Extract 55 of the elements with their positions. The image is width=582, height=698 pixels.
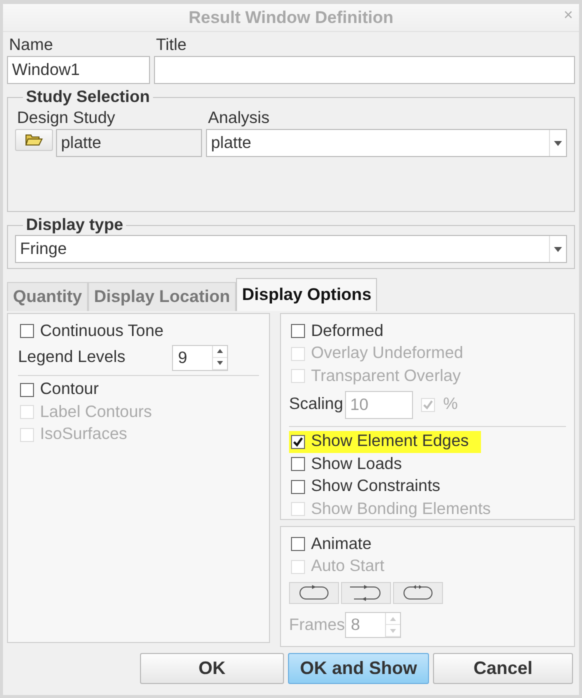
field-label: Frames <box>289 616 345 634</box>
dialog-button[interactable]: OK <box>140 653 284 684</box>
tab[interactable]: Display Options <box>236 278 378 311</box>
field-label: Scaling <box>289 395 344 414</box>
checkbox-label: Show Constraints <box>311 477 440 496</box>
loop-button[interactable] <box>341 582 391 604</box>
input-field[interactable]: Window1 <box>7 56 150 84</box>
tab[interactable]: Display Location <box>88 282 236 311</box>
checkbox-label: Transparent Overlay <box>311 366 461 386</box>
group-title: Display type <box>25 216 124 235</box>
checkbox[interactable] <box>20 324 34 338</box>
loop-icon <box>350 585 382 601</box>
field-label: Analysis <box>207 108 270 129</box>
field-label: Name <box>8 35 54 56</box>
up-arrow-icon[interactable] <box>217 349 223 353</box>
group-title: Study Selection <box>25 88 151 107</box>
checkbox-label: IsoSurfaces <box>40 425 128 444</box>
field-label: Design Study <box>16 108 116 129</box>
checkbox-label: Overlay Undeformed <box>311 344 464 364</box>
caret-icon <box>554 140 562 146</box>
loop-icon <box>402 585 434 601</box>
checkbox-label: Label Contours <box>40 402 152 422</box>
checkbox-label: Show Loads <box>311 454 402 474</box>
checkbox[interactable] <box>291 457 305 472</box>
checkbox-label: Show Bonding Elements <box>311 500 491 519</box>
field-label: Legend Levels <box>18 348 126 367</box>
folder-icon <box>25 133 43 147</box>
caret-icon <box>554 246 562 252</box>
loop-button[interactable] <box>393 582 443 604</box>
dropdown[interactable]: platte <box>206 129 567 157</box>
loop-icon <box>298 585 330 601</box>
unit-label: % <box>443 395 458 414</box>
input-field: platte <box>56 129 202 157</box>
checkbox-label: Deformed <box>311 322 384 341</box>
spin-field[interactable]: 9 <box>172 344 228 370</box>
dropdown[interactable]: Fringe <box>15 235 567 263</box>
checkbox-label: Animate <box>311 534 372 554</box>
input-field[interactable] <box>154 56 575 84</box>
dialog-button[interactable]: OK and Show <box>288 653 429 684</box>
window-title: Result Window Definition <box>188 8 394 28</box>
checkbox-label: Contour <box>40 380 99 400</box>
tab[interactable]: Quantity <box>7 282 88 311</box>
checkbox[interactable] <box>291 434 305 449</box>
dialog-button[interactable]: Cancel <box>433 653 573 684</box>
field-label: Title <box>155 35 188 56</box>
loop-button[interactable] <box>289 582 339 604</box>
checkbox[interactable] <box>291 324 305 338</box>
checkbox-label: Auto Start <box>311 557 384 576</box>
down-arrow-icon[interactable] <box>217 361 223 365</box>
browse-button[interactable] <box>15 129 53 151</box>
checkbox-label: Show Element Edges <box>311 432 469 452</box>
checkbox-label: Continuous Tone <box>40 322 164 341</box>
checkbox[interactable] <box>291 480 305 494</box>
checkbox[interactable] <box>291 537 305 552</box>
checkbox[interactable] <box>20 382 34 397</box>
